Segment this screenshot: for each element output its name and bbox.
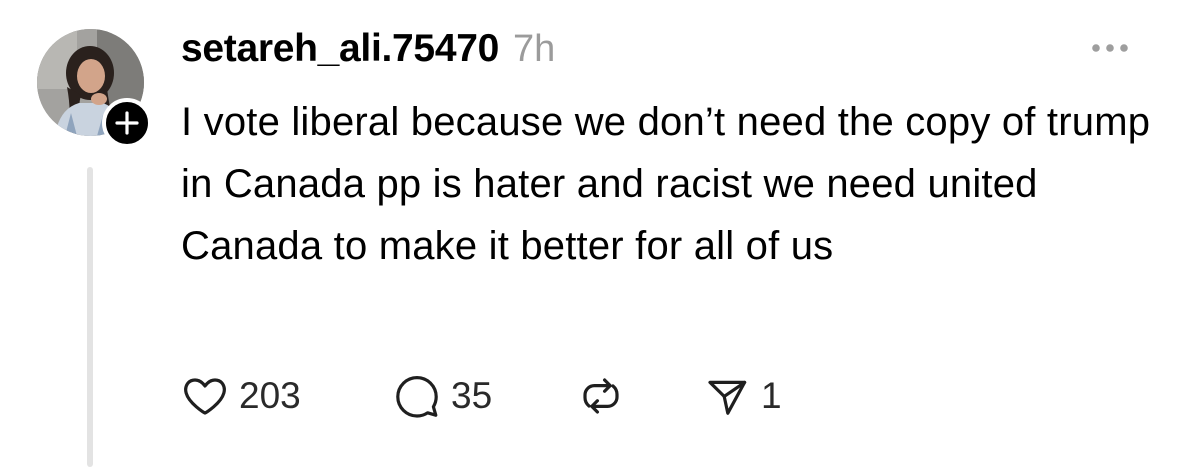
share-button[interactable]: 1 bbox=[703, 368, 782, 424]
more-options-button[interactable] bbox=[1085, 35, 1135, 61]
thread-line bbox=[87, 167, 93, 467]
username[interactable]: setareh_ali.75470 bbox=[181, 27, 499, 71]
heart-icon bbox=[184, 378, 226, 415]
send-icon bbox=[708, 380, 747, 415]
follow-button[interactable] bbox=[102, 98, 152, 148]
like-count: 203 bbox=[239, 375, 301, 416]
like-button[interactable]: 203 bbox=[181, 368, 301, 424]
repost-button[interactable] bbox=[577, 368, 625, 424]
plus-icon bbox=[115, 111, 139, 135]
share-count: 1 bbox=[761, 375, 782, 416]
speech-bubble-icon bbox=[396, 376, 438, 418]
timestamp: 7h bbox=[512, 27, 556, 70]
post-text: I vote liberal because we don’t need the… bbox=[181, 100, 1151, 268]
more-horizontal-icon bbox=[1092, 44, 1128, 52]
post-header: setareh_ali.75470 7h bbox=[181, 23, 555, 75]
repost-icon bbox=[583, 378, 619, 414]
reply-button[interactable]: 35 bbox=[393, 368, 492, 424]
reply-count: 35 bbox=[451, 375, 493, 416]
